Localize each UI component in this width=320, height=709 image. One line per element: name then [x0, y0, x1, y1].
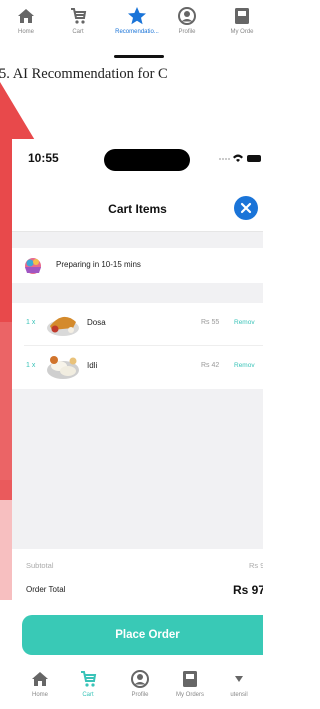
tab-utensil[interactable]: utensil — [215, 669, 263, 698]
idli-thumbnail — [47, 356, 79, 379]
tab-home[interactable]: Home — [16, 669, 64, 698]
food-basket-icon — [25, 258, 41, 274]
cart-icon — [71, 8, 87, 24]
item-quantity: 1 x — [26, 362, 36, 369]
section-gap — [12, 283, 263, 303]
home-icon — [18, 9, 34, 23]
status-time: 10:55 — [28, 151, 59, 165]
preparation-info: Preparing in 10-15 mins — [12, 248, 263, 283]
top-tab-bar: Home Cart Recomendatio... Profile My Ord… — [0, 0, 263, 64]
item-price: Rs 55 — [201, 319, 220, 326]
tab-label: Cart — [82, 692, 94, 698]
orders-icon — [235, 8, 249, 24]
tab-profile[interactable]: Profile — [116, 669, 164, 698]
tab-recommendation[interactable]: Recomendatio... — [111, 6, 163, 35]
tab-label: Profile — [131, 692, 149, 698]
item-name: Dosa — [87, 318, 106, 327]
cart-icon — [81, 671, 97, 687]
bottom-tab-bar: Home Cart Profile My Orders utensil — [12, 659, 263, 709]
tab-label: Profile — [178, 29, 196, 35]
tab-label: Recomendatio... — [115, 29, 159, 35]
remove-button[interactable]: Remov — [234, 319, 255, 326]
tab-profile[interactable]: Profile — [161, 6, 213, 35]
tab-label: utensil — [230, 692, 248, 698]
wifi-icon — [233, 154, 243, 162]
cart-item: 1 x Dosa Rs 55 Remov — [12, 303, 263, 345]
tab-cart[interactable]: Cart — [52, 6, 104, 35]
cart-item: 1 x Idli Rs 42 Remov — [12, 346, 263, 388]
profile-icon — [131, 670, 149, 688]
preparation-text: Preparing in 10-15 mins — [56, 260, 141, 269]
cart-empty-area — [12, 389, 263, 549]
section-gap — [12, 232, 263, 248]
place-order-button[interactable]: Place Order — [22, 615, 263, 655]
subtotal-label: Subtotal — [26, 561, 54, 570]
tab-label: My Orders — [175, 692, 204, 698]
profile-icon — [178, 7, 196, 25]
tab-label: Home — [17, 29, 34, 35]
orders-icon — [183, 671, 197, 687]
phone-screen: 10:55 Cart Items Preparing in 10-15 mins… — [12, 139, 263, 709]
page-title: Cart Items — [108, 202, 167, 216]
dropdown-arrow-icon — [235, 676, 243, 682]
item-quantity: 1 x — [26, 319, 36, 326]
item-name: Idli — [87, 361, 98, 370]
figure-caption: 5. AI Recommendation for C — [0, 66, 168, 82]
remove-button[interactable]: Remov — [234, 362, 255, 369]
home-indicator — [114, 55, 164, 58]
tab-my-orders[interactable]: My Orde — [216, 6, 268, 35]
tab-label: Cart — [72, 29, 84, 35]
status-icons — [219, 154, 261, 162]
home-icon — [32, 672, 48, 686]
item-price: Rs 42 — [201, 362, 220, 369]
close-button[interactable] — [234, 196, 258, 220]
dosa-thumbnail — [47, 316, 79, 336]
dynamic-island — [104, 149, 190, 171]
close-icon — [240, 202, 252, 214]
order-total-label: Order Total — [26, 585, 66, 594]
tab-my-orders[interactable]: My Orders — [166, 669, 214, 698]
dots-icon — [219, 158, 230, 160]
subtotal-value: Rs 97 — [249, 561, 263, 570]
tab-home[interactable]: Home — [0, 6, 52, 35]
battery-icon — [247, 155, 261, 162]
order-total-value: Rs 97 — [233, 583, 263, 597]
tab-label: My Orde — [230, 29, 254, 35]
tab-label: Home — [31, 692, 48, 698]
star-icon — [128, 7, 146, 25]
tab-cart[interactable]: Cart — [64, 669, 112, 698]
